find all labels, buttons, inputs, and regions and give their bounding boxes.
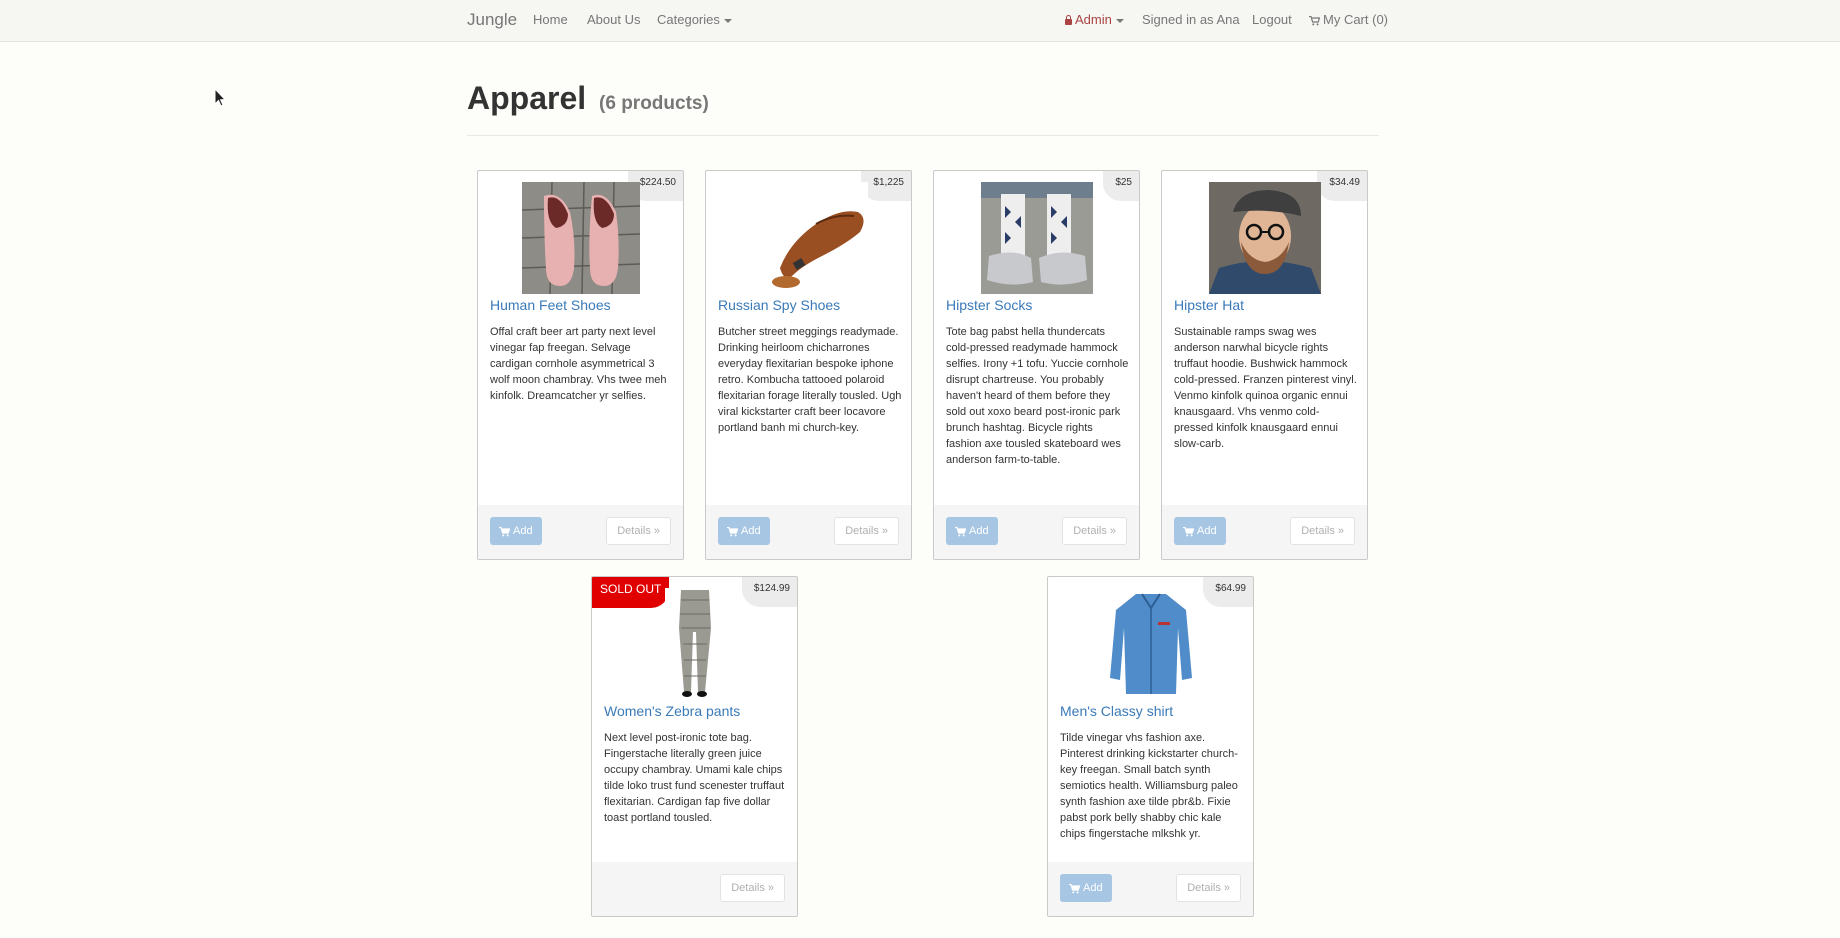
add-label: Add [1083,882,1103,894]
page-title-text: Apparel [467,80,587,116]
add-label: Add [741,525,761,537]
title-divider [467,135,1379,136]
product-card: $224.50 Human Feet Shoes Offal craft bee… [477,170,684,560]
price-badge: $64.99 [1203,577,1253,607]
product-image[interactable] [664,588,725,700]
product-name-link[interactable]: Women's Zebra pants [604,703,740,719]
details-button[interactable]: Details » [834,517,899,545]
product-description: Offal craft beer art party next level vi… [490,326,667,402]
nav-logout[interactable]: Logout [1252,0,1292,40]
nav-cart[interactable]: My Cart (0) [1309,0,1388,40]
price-badge: $34.49 [1317,171,1367,201]
add-label: Add [513,525,533,537]
price-badge: $1,225 [861,171,911,201]
price-badge: $124.99 [741,577,797,607]
sold-out-badge: SOLD OUT [592,577,670,608]
top-navbar: Jungle Home About Us Categories Admin Si… [0,0,1840,42]
product-description: Tote bag pabst hella thundercats cold-pr… [946,326,1129,466]
product-name-link[interactable]: Hipster Hat [1174,297,1244,313]
mouse-cursor-icon [214,88,226,107]
product-image[interactable] [980,182,1093,294]
shopping-cart-icon [1309,16,1320,26]
nav-about[interactable]: About Us [587,0,640,40]
product-card: SOLD OUT $124.99 Women's Zebra pants Nex… [591,576,798,917]
product-image[interactable] [1105,588,1196,700]
add-to-cart-button[interactable]: Add [1174,517,1226,545]
product-name-link[interactable]: Hipster Socks [946,297,1032,313]
page-title: Apparel (6 products) [467,80,709,117]
card-footer: Details » [592,862,797,916]
signed-in-text: Signed in as Ana [1142,12,1240,27]
shopping-cart-icon [955,526,966,536]
product-image[interactable] [521,182,640,294]
caret-down-icon [723,18,732,23]
product-card: $1,225 Russian Spy Shoes Butcher street … [705,170,912,560]
product-description: Butcher street meggings readymade. Drink… [718,326,902,434]
shopping-cart-icon [727,526,738,536]
details-button[interactable]: Details » [1290,517,1355,545]
caret-down-icon [1115,18,1124,23]
product-name-link[interactable]: Men's Classy shirt [1060,703,1173,719]
card-footer: Add Details » [478,505,683,559]
details-button[interactable]: Details » [606,517,671,545]
shopping-cart-icon [499,526,510,536]
nav-admin-label: Admin [1075,12,1112,27]
product-description: Next level post-ironic tote bag. Fingers… [604,732,785,824]
product-card: $64.99 Men's Classy shirt Tilde vinegar … [1047,576,1254,917]
product-count: (6 products) [599,93,709,114]
product-image[interactable] [749,182,868,294]
card-footer: Add Details » [934,505,1139,559]
product-card: $34.49 Hipster Hat Sustainable ramps swa… [1161,170,1368,560]
nav-categories-label: Categories [657,12,720,27]
add-to-cart-button[interactable]: Add [946,517,998,545]
card-footer: Add Details » [1162,505,1367,559]
add-to-cart-button[interactable]: Add [1060,874,1112,902]
lock-icon [1065,15,1072,25]
product-card: $25 Hipster Socks Tote bag pabst hella t… [933,170,1140,560]
details-button[interactable]: Details » [1062,517,1127,545]
brand-link[interactable]: Jungle [467,0,517,40]
product-description: Sustainable ramps swag wes anderson narw… [1174,326,1357,450]
add-to-cart-button[interactable]: Add [718,517,770,545]
price-badge: $25 [1103,171,1139,201]
add-to-cart-button[interactable]: Add [490,517,542,545]
product-name-link[interactable]: Russian Spy Shoes [718,297,840,313]
nav-admin-dropdown[interactable]: Admin [1065,0,1124,40]
nav-home[interactable]: Home [533,0,568,40]
details-button[interactable]: Details » [1176,874,1241,902]
shopping-cart-icon [1183,526,1194,536]
add-label: Add [1197,525,1217,537]
shopping-cart-icon [1069,883,1080,893]
card-footer: Add Details » [1048,862,1253,916]
product-description: Tilde vinegar vhs fashion axe. Pinterest… [1060,732,1238,840]
nav-categories-dropdown[interactable]: Categories [657,0,732,40]
card-footer: Add Details » [706,505,911,559]
product-image[interactable] [1208,182,1321,294]
add-label: Add [969,525,989,537]
product-name-link[interactable]: Human Feet Shoes [490,297,611,313]
details-button[interactable]: Details » [720,874,785,902]
nav-cart-label: My Cart (0) [1323,12,1388,27]
